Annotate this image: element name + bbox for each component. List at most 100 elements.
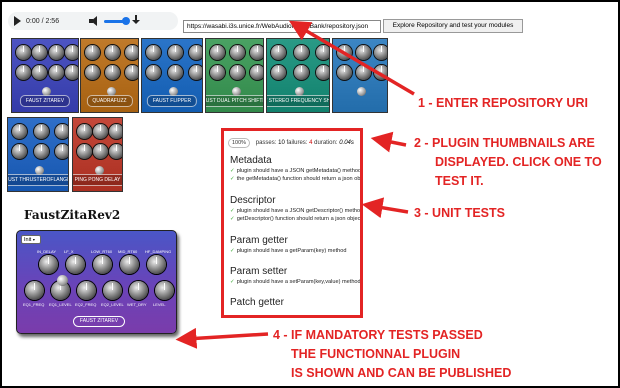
test-suite-title[interactable]: Metadata	[230, 155, 360, 166]
knob[interactable]	[210, 65, 225, 80]
explore-button[interactable]: Explore Repository and test your modules	[383, 19, 523, 33]
knob[interactable]	[271, 65, 286, 80]
knob[interactable]	[32, 45, 48, 60]
knob[interactable]	[55, 124, 68, 139]
knob[interactable]	[355, 45, 371, 60]
reverb-knob[interactable]	[93, 255, 112, 274]
test-suite-title[interactable]: Param setter	[230, 266, 360, 277]
plugin-thumbnail-label: PING PONG DELAY	[73, 174, 122, 186]
test-suite-title[interactable]: Descriptor	[230, 195, 360, 206]
knob[interactable]	[93, 144, 108, 159]
knob[interactable]	[316, 45, 329, 60]
eq-knob[interactable]	[25, 281, 44, 300]
knob[interactable]	[77, 144, 92, 159]
download-icon[interactable]	[131, 15, 141, 27]
knob[interactable]	[250, 45, 263, 60]
knob[interactable]	[146, 65, 161, 80]
knob[interactable]	[167, 45, 183, 60]
plugin-gui[interactable]: Init ▾ IN_DELAY LF_X LOW_RT60 MID_RT60 HF_DA…	[16, 230, 177, 334]
knob[interactable]	[16, 45, 31, 60]
knob[interactable]	[189, 65, 202, 80]
test-case[interactable]: ✓ plugin should have a getParam(key) meth…	[230, 248, 346, 254]
repository-uri-input[interactable]: https://wasabi.i3s.unice.fr/WebAudioPlug…	[183, 20, 381, 33]
knob[interactable]	[293, 65, 309, 80]
plugin-thumbnail[interactable]: FAUST STEREO FREQUENCY SHIFTER	[266, 38, 330, 113]
knob-label: EQ2_LEVEL	[101, 302, 124, 307]
audio-player[interactable]: 0:00 / 2:56	[8, 12, 178, 30]
knob[interactable]	[93, 124, 108, 139]
knob[interactable]	[85, 65, 100, 80]
reverb-knob[interactable]	[66, 255, 85, 274]
plugin-thumbnail[interactable]: FAUST FLIPPER	[141, 38, 203, 113]
bypass-switch[interactable]	[57, 275, 68, 286]
plugin-thumbnail[interactable]: FAUST THRUSTEROFLANGER	[7, 117, 69, 192]
test-case-label: plugin should have a getParam(key) metho…	[236, 248, 347, 254]
knob[interactable]	[250, 65, 263, 80]
knob[interactable]	[16, 65, 31, 80]
knob[interactable]	[33, 124, 49, 139]
knob[interactable]	[293, 45, 309, 60]
knob[interactable]	[271, 45, 286, 60]
test-suite-title[interactable]: Param getter	[230, 235, 346, 246]
knob[interactable]	[32, 65, 48, 80]
plugin-thumbnail[interactable]: FAUST DUAL PITCH SHIFTER	[205, 38, 264, 113]
test-case[interactable]: ✓ plugin should have a JSON getDescriptor…	[230, 208, 360, 214]
plugin-thumbnail[interactable]: QUADRAFUZZ	[80, 38, 139, 113]
test-case-label: the getMetadata() function should return…	[236, 176, 363, 182]
knob[interactable]	[146, 45, 161, 60]
knob[interactable]	[374, 45, 387, 60]
reverb-knob[interactable]	[120, 255, 139, 274]
knob[interactable]	[337, 45, 352, 60]
test-suite: Param setter ✓ plugin should have a setPar…	[230, 266, 360, 285]
knob[interactable]	[355, 65, 371, 80]
knob[interactable]	[65, 65, 78, 80]
knob[interactable]	[77, 124, 92, 139]
plugin-thumbnail[interactable]: PING PONG DELAY	[72, 117, 123, 192]
knob[interactable]	[337, 65, 352, 80]
knob[interactable]	[12, 124, 27, 139]
knob[interactable]	[12, 144, 27, 159]
failures-label: failures:	[286, 140, 308, 146]
play-icon[interactable]	[14, 16, 21, 26]
knob[interactable]	[33, 144, 49, 159]
volume-slider[interactable]	[104, 16, 131, 25]
eq-knob[interactable]	[129, 281, 148, 300]
test-case[interactable]: ✓ the getMetadata() function should retur…	[230, 176, 363, 182]
knob[interactable]	[48, 65, 64, 80]
knob[interactable]	[85, 45, 100, 60]
test-case[interactable]: ✓ plugin should have a JSON getMetadata()…	[230, 168, 360, 174]
knob[interactable]	[189, 45, 202, 60]
reverb-knob[interactable]	[147, 255, 166, 274]
knob[interactable]	[374, 65, 387, 80]
preset-select[interactable]: Init ▾	[21, 235, 41, 244]
knob[interactable]	[230, 45, 245, 60]
knob[interactable]	[210, 45, 225, 60]
knob[interactable]	[48, 45, 64, 60]
plugin-thumbnail[interactable]	[332, 38, 388, 113]
knob[interactable]	[230, 65, 245, 80]
knob[interactable]	[55, 144, 68, 159]
knob[interactable]	[167, 65, 183, 80]
knob[interactable]	[109, 144, 122, 159]
knob[interactable]	[65, 45, 78, 60]
plugin-thumbnail[interactable]: FAUST ZITAREV	[11, 38, 79, 113]
knob[interactable]	[316, 65, 329, 80]
switch-knob[interactable]	[357, 87, 366, 96]
test-case[interactable]: ✓ plugin should have a setParam(key,value…	[230, 279, 360, 285]
test-case[interactable]: ✓ getDescriptor() function should return …	[230, 216, 362, 222]
volume-slider-thumb[interactable]	[122, 16, 131, 25]
test-suite-title[interactable]: Patch getter	[230, 297, 284, 308]
test-suite: Param getter ✓ plugin should have a getPar…	[230, 235, 346, 254]
volume-icon[interactable]	[89, 16, 99, 26]
check-icon: ✓	[230, 168, 235, 174]
eq-knob[interactable]	[155, 281, 174, 300]
knob[interactable]	[105, 65, 120, 80]
knob[interactable]	[125, 65, 138, 80]
reverb-knob[interactable]	[39, 255, 58, 274]
knob[interactable]	[105, 45, 120, 60]
knob[interactable]	[109, 124, 122, 139]
test-case-label: getDescriptor() function should return a…	[236, 216, 362, 222]
eq-knob[interactable]	[103, 281, 122, 300]
knob[interactable]	[125, 45, 138, 60]
eq-knob[interactable]	[77, 281, 96, 300]
